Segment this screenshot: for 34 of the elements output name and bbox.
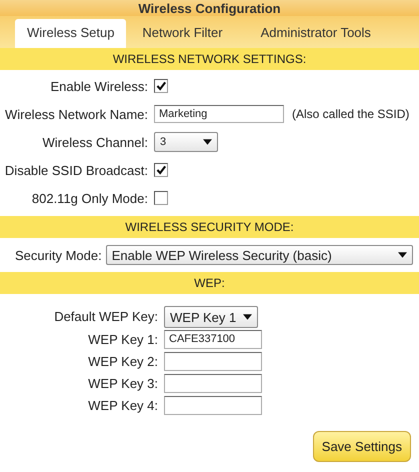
field-label: Wireless Channel: bbox=[42, 134, 148, 150]
field-label: WEP Key 2: bbox=[87, 354, 158, 368]
tab[interactable]: Network Filter bbox=[130, 19, 235, 48]
section-heading: WIRELESS NETWORK SETTINGS: bbox=[0, 48, 419, 70]
field-label: Wireless Network Name: bbox=[4, 106, 148, 122]
caret-icon bbox=[243, 314, 252, 320]
checkbox[interactable] bbox=[154, 79, 168, 93]
dropdown[interactable]: Enable WEP Wireless Security (basic) bbox=[106, 245, 413, 265]
caret-icon bbox=[203, 139, 212, 145]
tab[interactable]: Wireless Setup bbox=[15, 19, 126, 48]
save-button[interactable]: Save Settings bbox=[312, 431, 411, 462]
field-label: WEP Key 3: bbox=[87, 376, 158, 390]
window-title: Wireless Configuration bbox=[138, 2, 281, 16]
field-label: WEP Key 1: bbox=[87, 332, 158, 346]
dropdown[interactable]: 3 bbox=[154, 132, 218, 152]
input-field[interactable] bbox=[164, 352, 262, 370]
field-label: Disable SSID Broadcast: bbox=[4, 162, 148, 178]
input-field[interactable]: Marketing bbox=[154, 105, 284, 123]
field-label: Default WEP Key: bbox=[53, 308, 158, 324]
field-label: WEP Key 4: bbox=[87, 398, 158, 412]
section-heading: WEP: bbox=[0, 272, 419, 294]
dropdown[interactable]: WEP Key 1 bbox=[164, 306, 258, 328]
tab[interactable]: Administrator Tools bbox=[248, 19, 383, 48]
caret-icon bbox=[398, 252, 407, 258]
hint-text: (Also called the SSID) bbox=[292, 107, 410, 121]
input-field[interactable] bbox=[164, 396, 262, 414]
section-heading: WIRELESS SECURITY MODE: bbox=[0, 216, 419, 238]
input-field[interactable]: CAFE337100 bbox=[164, 330, 262, 348]
checkbox[interactable] bbox=[154, 191, 168, 205]
field-label: Security Mode: bbox=[15, 248, 102, 262]
input-field[interactable] bbox=[164, 374, 262, 392]
checkbox[interactable] bbox=[154, 163, 168, 177]
field-label: 802.11g Only Mode: bbox=[30, 190, 148, 206]
field-label: Enable Wireless: bbox=[49, 78, 148, 94]
